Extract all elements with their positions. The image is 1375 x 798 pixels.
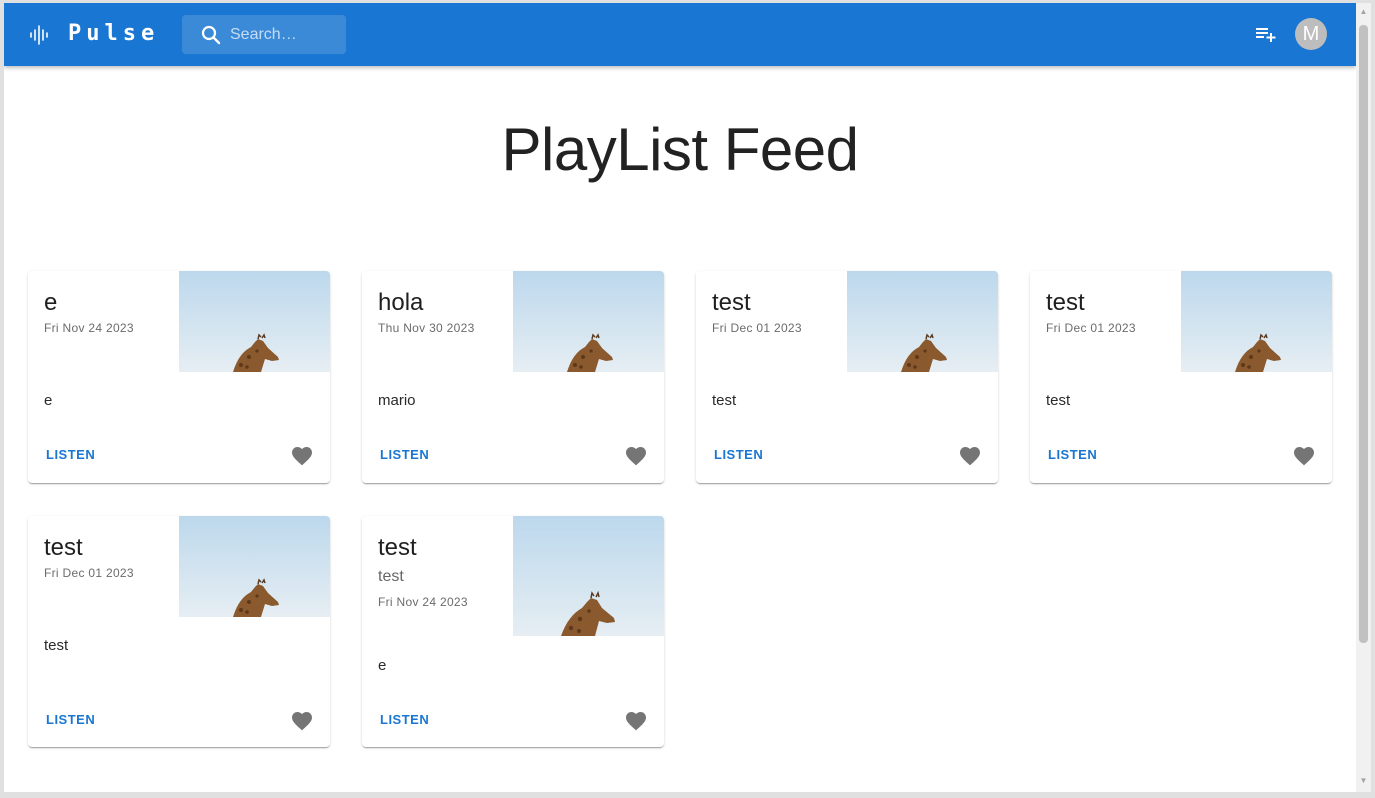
playlist-card: test Fri Dec 01 2023 test LISTEN xyxy=(28,516,330,747)
waveform-icon xyxy=(30,25,48,45)
heart-icon[interactable] xyxy=(290,444,314,468)
playlist-card: test Fri Dec 01 2023 test LISTEN xyxy=(1030,271,1332,483)
card-title: e xyxy=(44,289,58,316)
card-title: test xyxy=(378,534,417,561)
avatar[interactable]: M xyxy=(1295,18,1327,50)
search-icon xyxy=(201,25,221,45)
card-description: test xyxy=(1046,392,1071,409)
card-title: test xyxy=(712,289,751,316)
card-date: Fri Dec 01 2023 xyxy=(1046,321,1136,335)
card-date: Fri Dec 01 2023 xyxy=(712,321,802,335)
playlist-thumbnail xyxy=(1181,271,1332,372)
playlist-card: test Fri Dec 01 2023 test LISTEN xyxy=(696,271,998,483)
heart-icon[interactable] xyxy=(290,709,314,733)
card-description: test xyxy=(44,637,69,654)
vertical-scrollbar[interactable]: ▲ ▼ xyxy=(1356,3,1371,792)
giraffe-image xyxy=(513,516,664,636)
card-title: test xyxy=(44,534,83,561)
app-logo-text[interactable]: Pulse xyxy=(68,21,159,46)
giraffe-image xyxy=(847,271,998,372)
app-bar: Pulse M xyxy=(4,3,1356,66)
card-description: test xyxy=(712,392,737,409)
search-input[interactable] xyxy=(230,15,340,54)
listen-button[interactable]: LISTEN xyxy=(36,443,105,466)
card-date: Fri Dec 01 2023 xyxy=(44,566,134,580)
playlist-thumbnail xyxy=(847,271,998,372)
scroll-up-arrow-icon[interactable]: ▲ xyxy=(1359,7,1368,16)
scrollbar-thumb[interactable] xyxy=(1359,25,1368,643)
heart-icon[interactable] xyxy=(624,709,648,733)
playlist-card: test test Fri Nov 24 2023 e LISTEN xyxy=(362,516,664,747)
playlist-add-icon[interactable] xyxy=(1253,22,1277,46)
giraffe-image xyxy=(513,271,664,372)
heart-icon[interactable] xyxy=(624,444,648,468)
listen-button[interactable]: LISTEN xyxy=(370,708,439,731)
heart-icon[interactable] xyxy=(958,444,982,468)
card-date: Thu Nov 30 2023 xyxy=(378,321,475,335)
listen-button[interactable]: LISTEN xyxy=(370,443,439,466)
card-date: Fri Nov 24 2023 xyxy=(44,321,134,335)
playlist-thumbnail xyxy=(179,516,330,617)
playlist-thumbnail xyxy=(513,516,664,636)
giraffe-image xyxy=(1181,271,1332,372)
page-title: PlayList Feed xyxy=(501,116,859,183)
giraffe-image xyxy=(179,271,330,372)
listen-button[interactable]: LISTEN xyxy=(1038,443,1107,466)
scroll-down-arrow-icon[interactable]: ▼ xyxy=(1359,776,1368,785)
playlist-thumbnail xyxy=(179,271,330,372)
card-subtitle: test xyxy=(378,568,404,585)
card-description: mario xyxy=(378,392,416,409)
card-date: Fri Nov 24 2023 xyxy=(378,595,468,609)
heart-icon[interactable] xyxy=(1292,444,1316,468)
playlist-card: e Fri Nov 24 2023 e LISTEN xyxy=(28,271,330,483)
playlist-card: hola Thu Nov 30 2023 mario LISTEN xyxy=(362,271,664,483)
listen-button[interactable]: LISTEN xyxy=(704,443,773,466)
card-title: hola xyxy=(378,289,424,316)
giraffe-image xyxy=(179,516,330,617)
card-description: e xyxy=(378,657,387,674)
listen-button[interactable]: LISTEN xyxy=(36,708,105,731)
card-description: e xyxy=(44,392,53,409)
search-box[interactable] xyxy=(182,15,346,54)
playlist-thumbnail xyxy=(513,271,664,372)
app-window: Pulse M PlayList Feed xyxy=(4,3,1356,792)
card-title: test xyxy=(1046,289,1085,316)
